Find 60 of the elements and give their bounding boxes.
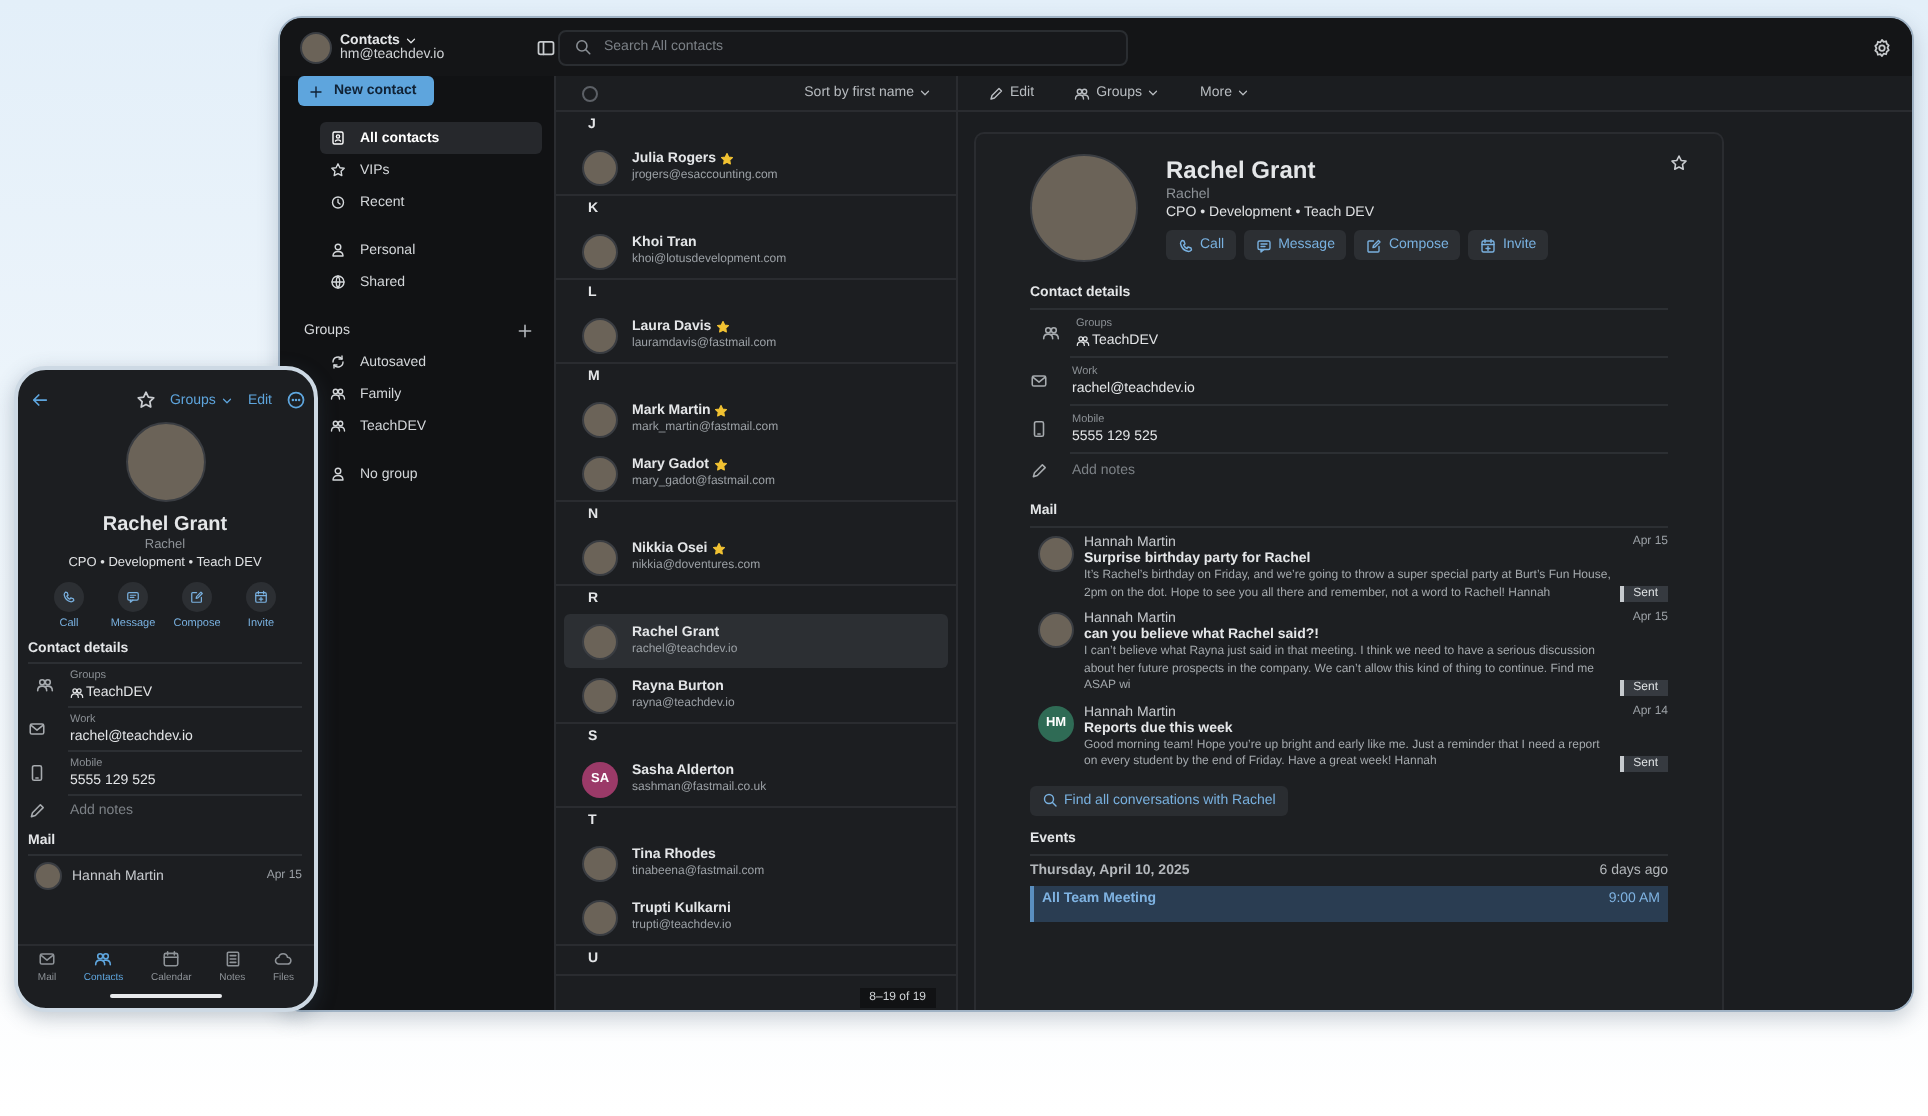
- mobile-phone-icon: [1030, 420, 1048, 438]
- star-icon[interactable]: [1670, 154, 1688, 172]
- chat-icon: [126, 590, 140, 604]
- star-icon: [330, 162, 346, 178]
- message-button[interactable]: [118, 582, 148, 612]
- back-arrow-icon[interactable]: [30, 390, 50, 410]
- settings-icon[interactable]: [1872, 37, 1892, 57]
- chevron-down-icon: [1146, 86, 1161, 100]
- cloud-icon: [274, 950, 293, 968]
- chevron-down-icon: [403, 33, 418, 47]
- person-icon: [330, 242, 346, 258]
- people-icon: [330, 386, 346, 402]
- notes-icon: [223, 950, 242, 968]
- person-icon: [330, 466, 346, 482]
- people-icon: [1042, 324, 1060, 342]
- people-icon: [94, 950, 113, 968]
- compose-button[interactable]: [182, 582, 212, 612]
- compose-icon: [1366, 237, 1383, 253]
- phone-icon: [62, 590, 76, 604]
- chevron-down-icon: [1235, 86, 1250, 100]
- refresh-icon: [330, 354, 346, 370]
- phone-icon: [1178, 237, 1194, 253]
- account-avatar: [300, 31, 332, 63]
- envelope-icon: [28, 720, 46, 738]
- contact-name: Rachel Grant: [102, 514, 228, 536]
- people-icon: [1074, 85, 1091, 101]
- search-icon: [1042, 792, 1058, 808]
- pencil-icon: [988, 85, 1004, 101]
- plus-icon: [308, 83, 324, 99]
- call-button[interactable]: [54, 582, 84, 612]
- chevron-down-icon: [219, 393, 234, 407]
- people-icon: [330, 418, 346, 434]
- envelope-icon: [37, 950, 56, 968]
- globe-icon: [330, 274, 346, 290]
- chevron-down-icon: [918, 86, 932, 100]
- people-icon: [1076, 334, 1090, 348]
- invite-button[interactable]: [246, 582, 276, 612]
- more-icon[interactable]: [286, 390, 306, 410]
- calendar-icon: [1480, 237, 1497, 253]
- chat-icon: [1256, 237, 1273, 253]
- envelope-icon: [1030, 372, 1048, 390]
- search-icon: [574, 38, 592, 56]
- calendar-icon: [254, 590, 268, 604]
- star-icon[interactable]: [135, 390, 156, 410]
- contact-name: Rachel Grant: [1166, 156, 1318, 184]
- calendar-icon: [162, 950, 181, 968]
- people-icon: [70, 686, 84, 700]
- home-indicator: [110, 994, 222, 998]
- compose-icon: [190, 590, 204, 604]
- clock-icon: [330, 194, 346, 210]
- address-book-icon: [330, 130, 346, 146]
- mobile-phone-icon: [28, 764, 46, 782]
- sidebar-toggle-icon[interactable]: [536, 37, 556, 57]
- plus-icon[interactable]: [516, 321, 534, 339]
- photo-placeholder: [1030, 154, 1138, 262]
- pencil-icon: [28, 802, 46, 820]
- photo-placeholder: [125, 422, 205, 502]
- pencil-icon: [1030, 462, 1048, 480]
- select-all-checkbox[interactable]: [582, 85, 598, 101]
- people-icon: [36, 676, 54, 694]
